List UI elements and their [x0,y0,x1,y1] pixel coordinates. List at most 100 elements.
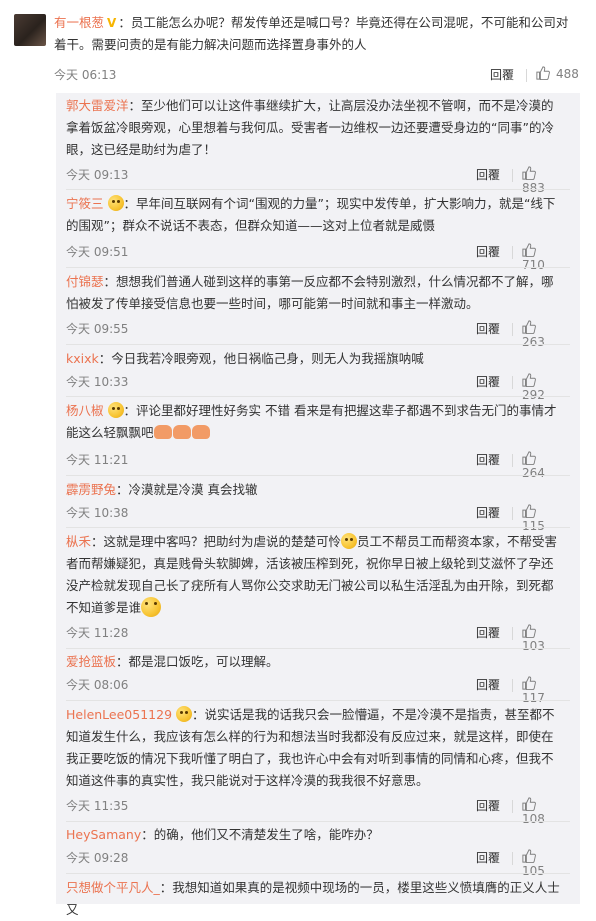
like-button[interactable]: 488 [536,66,579,81]
reply-time: 今天 11:21 [66,453,129,467]
reply-meta: 今天 09:51 回覆 710 [66,243,562,272]
reply-content: 付锦瑟：想想我们普通人碰到这样的事第一反应都不会特别激烈，什么情况都不了解，哪怕… [66,271,562,315]
reply-meta: 今天 09:55 回覆 263 [66,320,562,349]
main-comment: 有一根葱 V ：员工能怎么办呢？帮发传单还是喊口号？毕竟还得在公司混呢，不可能和公司… [0,0,596,93]
reply-content: 郭大雷爱洋：至少他们可以让这件事继续扩大，让高层没办法坐视不管啊，而不是冷漠的拿… [66,95,562,161]
reply-username[interactable]: 付锦瑟 [66,274,104,289]
reply-username[interactable]: 宁筱三 [66,196,104,211]
reply-time: 今天 11:28 [66,626,129,640]
divider [512,679,513,692]
emoji-face-icon [141,597,162,617]
reply-text: ：都是混口饭吃，可以理解。 [116,654,279,669]
like-count: 117 [522,691,545,705]
reply-meta: 今天 11:35 回覆 108 [66,797,562,826]
reply-username[interactable]: 霹雳野兔 [66,482,116,497]
divider [66,189,570,190]
divider [512,323,513,336]
reply-time: 今天 10:38 [66,506,129,520]
reply-username[interactable]: 郭大雷爱洋 [66,98,129,113]
thumbs-up-icon [536,66,550,80]
main-comment-content: 有一根葱 V ：员工能怎么办呢？帮发传单还是喊口号？毕竟还得在公司混呢，不可能和公司… [54,12,580,56]
thumbs-up-icon [522,849,536,863]
divider [512,627,513,640]
reply-button[interactable]: 回覆 [476,166,500,183]
reply-content: 爱抢篮板：都是混口饭吃，可以理解。 [66,651,562,673]
reply-button[interactable]: 回覆 [476,849,500,866]
reply-username[interactable]: HeySamany [66,827,141,842]
reply-button[interactable]: 回覆 [476,243,500,260]
reply-button[interactable]: 回覆 [476,373,500,390]
thumbs-up-icon [522,243,536,257]
thumbs-up-icon [522,624,536,638]
thumbs-up-icon [522,373,536,387]
reply-time: 今天 09:28 [66,851,129,865]
reply-username[interactable]: 只想做个平凡人_ [66,880,160,895]
divider [526,69,527,82]
reply-button[interactable]: 回覆 [476,797,500,814]
thumbs-up-icon [522,451,536,465]
reply-text: ：的确，他们又不清楚发生了啥，能咋办？ [141,827,379,842]
divider [66,396,570,397]
reply-content: 杨八椒 ：评论里都好理性好务实 不错 看来是有把握这辈子都遇不到求告无门的事情才… [66,400,562,444]
divider [512,507,513,520]
divider [512,376,513,389]
main-comment-separator: ： [118,15,131,30]
reply-button[interactable]: 回覆 [476,451,500,468]
reply-time: 今天 11:35 [66,799,129,813]
divider [66,700,570,701]
like-count: 105 [522,864,545,878]
reply-content: HelenLee051129 ：说实话是我的话我只会一脸懵逼，不是冷漠不是指责，… [66,704,562,792]
main-comment-username[interactable]: 有一根葱 [54,15,104,30]
divider [66,475,570,476]
like-count: 264 [522,466,545,480]
reply-text-part: ：这就是理中客吗？把助纣为虐说的楚楚可怜 [91,534,342,549]
reply-username[interactable]: kxixk [66,351,99,366]
reply-button[interactable]: 回覆 [490,66,514,83]
main-comment-meta: 今天 06:13 回覆 488 [54,66,580,86]
reply-time: 今天 10:33 [66,375,129,389]
reply-button[interactable]: 回覆 [476,676,500,693]
reply-content: 枞禾：这就是理中客吗？把助纣为虐说的楚楚可怜 员工不帮员工而帮资本家，不帮受害者而… [66,531,562,619]
reply-username[interactable]: 爱抢篮板 [66,654,116,669]
fist-emoji-icon [172,425,191,439]
divider [66,344,570,345]
reply-username[interactable]: 枞禾 [66,534,91,549]
reply-meta: 今天 11:28 回覆 103 [66,624,562,653]
divider [512,800,513,813]
like-button[interactable]: 292 [522,373,562,402]
user-avatar[interactable] [14,14,46,46]
reply-username[interactable]: HelenLee051129 [66,707,172,722]
reply-username[interactable]: 杨八椒 [66,403,104,418]
divider [66,821,570,822]
thumbs-up-icon [522,676,536,690]
divider [66,648,570,649]
divider [66,527,570,528]
reply-content: kxixk：今日我若冷眼旁观，他日祸临己身，则无人为我摇旗呐喊 [66,348,562,370]
thumbs-up-icon [522,504,536,518]
fist-emoji-icon [153,425,172,439]
reply-button[interactable]: 回覆 [476,320,500,337]
reply-text: ：至少他们可以让这件事继续扩大，让高层没办法坐视不管啊，而不是冷漠的拿着饭盆冷眼… [66,98,554,157]
reply-button[interactable]: 回覆 [476,504,500,521]
thumbs-up-icon [522,166,536,180]
reply-content: 宁筱三 ：早年间互联网有个词“围观的力量”；现实中发传单，扩大影响力，就是“线下… [66,193,562,237]
like-button[interactable]: 883 [522,166,562,195]
emoji-face-icon [107,195,124,211]
emoji-face-icon [107,402,124,418]
reply-meta: 今天 08:06 回覆 117 [66,676,562,705]
reply-content: 霹雳野兔：冷漠就是冷漠 真会找辙 [66,479,562,501]
divider [66,873,570,874]
reply-content: HeySamany：的确，他们又不清楚发生了啥，能咋办？ [66,824,562,846]
divider [512,852,513,865]
reply-text: ：早年间互联网有个词“围观的力量”；现实中发传单，扩大影响力，就是“线下的围观”… [66,196,556,233]
reply-text: ：评论里都好理性好务实 不错 看来是有把握这辈子都遇不到求告无门的事情才能这么轻… [66,403,557,440]
divider [512,246,513,259]
main-comment-text: 员工能怎么办呢？帮发传单还是喊口号？毕竟还得在公司混呢，不可能和公司对着干。需要… [54,15,569,52]
reply-time: 今天 09:13 [66,168,129,182]
replies-panel: 郭大雷爱洋：至少他们可以让这件事继续扩大，让高层没办法坐视不管啊，而不是冷漠的拿… [56,93,580,917]
reply-time: 今天 09:55 [66,322,129,336]
divider [66,267,570,268]
fist-emoji-icon [191,425,210,439]
like-button[interactable]: 115 [522,504,562,533]
reply-button[interactable]: 回覆 [476,624,500,641]
